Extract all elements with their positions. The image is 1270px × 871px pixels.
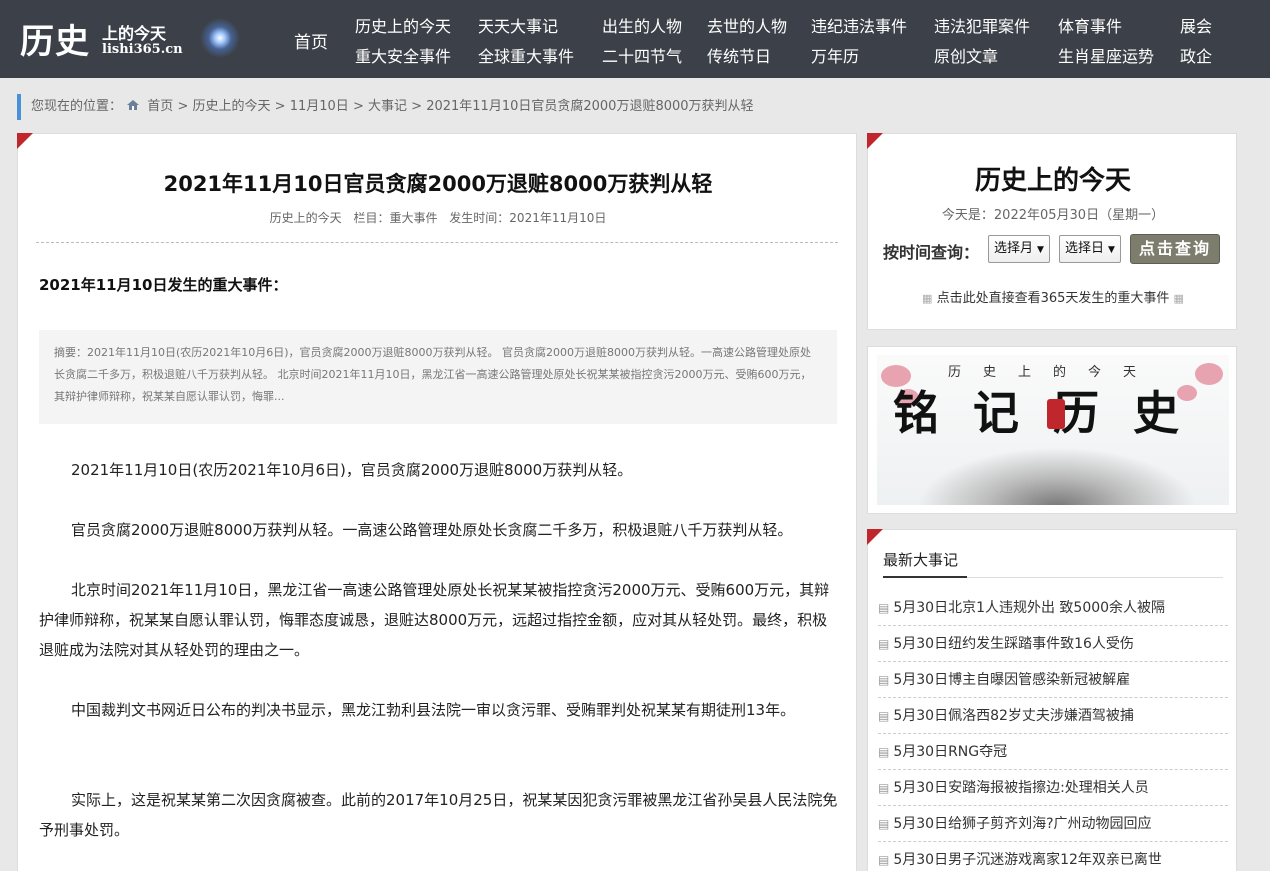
breadcrumb-item-category[interactable]: 大事记 <box>368 99 407 114</box>
article-paragraph: 中国裁判文书网近日公布的判决书显示，黑龙江勃利县法院一审以贪污罪、受贿罪判处祝某… <box>71 701 796 719</box>
nav-link-global-events[interactable]: 全球重大事件 <box>478 43 574 67</box>
chevron-down-icon: ▼ <box>1108 245 1115 255</box>
title-underline <box>883 576 967 578</box>
nav-link-festivals[interactable]: 传统节日 <box>707 43 771 67</box>
query-label: 按时间查询： <box>883 243 980 262</box>
divider <box>36 242 838 243</box>
nav-link-expo[interactable]: 展会 <box>1180 13 1212 37</box>
news-list-item[interactable]: ▤ 5月30日RNG夺冠 <box>878 734 1228 770</box>
latest-news-title: 最新大事记 <box>883 551 959 569</box>
breadcrumb-sep: > <box>352 99 364 114</box>
mountain-decoration <box>917 447 1197 505</box>
nav-link-gov[interactable]: 政企 <box>1180 43 1212 67</box>
calendar-icon: ▦ <box>1173 292 1184 305</box>
today-date: 今天是：2022年05月30日（星期一） <box>941 208 1165 223</box>
month-select-value: 选择月 <box>994 241 1034 256</box>
article-paragraph: 2021年11月10日(农历2021年10月6日)，官员贪腐2000万退赃800… <box>71 461 633 479</box>
breadcrumb-item-date[interactable]: 11月10日 <box>290 99 349 114</box>
logo-main-text: 历史 <box>20 22 90 62</box>
breadcrumb-sep: > <box>411 99 423 114</box>
nav-link-safety-events[interactable]: 重大安全事件 <box>355 43 451 67</box>
article-paragraph: 官员贪腐2000万退赃8000万获判从轻。一高速公路管理处原处长贪腐二千多万，积… <box>71 521 793 539</box>
meta-time: 发生时间：2021年11月10日 <box>449 211 607 225</box>
document-icon: ▤ <box>878 709 890 723</box>
breadcrumb-item-current: 2021年11月10日官员贪腐2000万退赃8000万获判从轻 <box>426 99 754 114</box>
logo-sub-text: 上的今天 <box>102 24 167 43</box>
nav-link-original[interactable]: 原创文章 <box>934 43 998 67</box>
breadcrumb-sep: > <box>177 99 189 114</box>
article-subhead: 2021年11月10日发生的重大事件： <box>39 276 288 294</box>
all-days-link[interactable]: ▦ 点击此处直接查看365天发生的重大事件 ▦ <box>868 287 1238 306</box>
nav-link-deaths[interactable]: 去世的人物 <box>707 13 787 37</box>
breadcrumb-prefix: 您现在的位置： <box>31 99 123 114</box>
nav-link-calendar[interactable]: 万年历 <box>811 43 859 67</box>
article-summary: 摘要：2021年11月10日(农历2021年10月6日)，官员贪腐2000万退赃… <box>39 330 837 424</box>
nav-link-crime-cases[interactable]: 违法犯罪案件 <box>934 13 1030 37</box>
chevron-down-icon: ▼ <box>1037 245 1044 255</box>
nav-link-discipline[interactable]: 违纪违法事件 <box>811 13 907 37</box>
nav-link-sports[interactable]: 体育事件 <box>1058 13 1122 37</box>
news-item-label: 5月30日男子沉迷游戏离家12年双亲已离世 <box>893 852 1162 868</box>
latest-news-card: 最新大事记 ▤ 5月30日北京1人违规外出 致5000余人被隔 ▤ 5月30日纽约发… <box>867 529 1237 871</box>
history-banner-image[interactable]: 历史上的今天 铭记历史 <box>877 355 1229 505</box>
news-item-label: 5月30日安踏海报被指擦边:处理相关人员 <box>893 780 1149 796</box>
home-icon <box>127 100 140 110</box>
nav-link-daily-events[interactable]: 天天大事记 <box>478 13 558 37</box>
sidebar-title: 历史上的今天 <box>974 166 1131 196</box>
seal-stamp <box>1047 399 1065 429</box>
article-paragraph: 实际上，这是祝某某第二次因贪腐被查。此前的2017年10月25日，祝某某因犯贪污… <box>39 791 838 839</box>
news-item-label: 5月30日纽约发生踩踏事件致16人受伤 <box>893 636 1134 652</box>
article-meta: 历史上的今天 栏目：重大事件 发生时间：2021年11月10日 <box>18 209 858 226</box>
nav-link-zodiac[interactable]: 生肖星座运势 <box>1058 43 1154 67</box>
document-icon: ▤ <box>878 853 890 867</box>
breadcrumb-item-history[interactable]: 历史上的今天 <box>193 99 271 114</box>
meta-source[interactable]: 历史上的今天 <box>270 211 342 225</box>
site-logo[interactable]: 历史 上的今天 lishi365.cn <box>14 8 244 70</box>
article-card: 2021年11月10日官员贪腐2000万退赃8000万获判从轻 历史上的今天 栏… <box>17 133 857 871</box>
article-paragraph: 北京时间2021年11月10日，黑龙江省一高速公路管理处原处长祝某某被指控贪污2… <box>39 581 830 659</box>
news-item-label: 5月30日给狮子剪齐刘海?广州动物园回应 <box>893 816 1152 832</box>
document-icon: ▤ <box>878 673 890 687</box>
nav-home-link[interactable]: 首页 <box>294 28 328 53</box>
nav-link-solar-terms[interactable]: 二十四节气 <box>602 43 682 67</box>
corner-marker <box>867 133 883 149</box>
month-select[interactable]: 选择月 ▼ <box>988 235 1050 263</box>
date-query-card: 历史上的今天 今天是：2022年05月30日（星期一） 按时间查询： 选择月 ▼ … <box>867 133 1237 330</box>
news-list-item[interactable]: ▤ 5月30日给狮子剪齐刘海?广州动物园回应 <box>878 806 1228 842</box>
breadcrumb: 您现在的位置： 首页 > 历史上的今天 > 11月10日 > 大事记 > 202… <box>17 94 1237 120</box>
article-title: 2021年11月10日官员贪腐2000万退赃8000万获判从轻 <box>163 172 713 196</box>
logo-url-text: lishi365.cn <box>102 42 183 57</box>
site-header: 历史 上的今天 lishi365.cn 首页 历史上的今天 重大安全事件 天天大… <box>0 0 1270 78</box>
query-button[interactable]: 点击查询 <box>1130 234 1220 264</box>
news-list-item[interactable]: ▤ 5月30日纽约发生踩踏事件致16人受伤 <box>878 626 1228 662</box>
news-list-item[interactable]: ▤ 5月30日佩洛西82岁丈夫涉嫌酒驾被捕 <box>878 698 1228 734</box>
all-days-link-label: 点击此处直接查看365天发生的重大事件 <box>936 291 1170 306</box>
day-select[interactable]: 选择日 ▼ <box>1059 235 1121 263</box>
news-item-label: 5月30日博主自曝因管感染新冠被解雇 <box>893 672 1131 688</box>
banner-card: 历史上的今天 铭记历史 <box>867 346 1237 514</box>
nav-link-births[interactable]: 出生的人物 <box>602 13 682 37</box>
nav-link-history-today[interactable]: 历史上的今天 <box>355 13 451 37</box>
calendar-icon: ▦ <box>922 292 933 305</box>
document-icon: ▤ <box>878 781 890 795</box>
breadcrumb-item-home[interactable]: 首页 <box>147 99 173 114</box>
day-select-value: 选择日 <box>1065 241 1105 256</box>
meta-column[interactable]: 栏目：重大事件 <box>353 211 437 225</box>
star-icon <box>200 18 240 58</box>
corner-marker <box>867 529 883 545</box>
news-item-label: 5月30日佩洛西82岁丈夫涉嫌酒驾被捕 <box>893 708 1134 724</box>
news-list-item[interactable]: ▤ 5月30日男子沉迷游戏离家12年双亲已离世 <box>878 842 1228 871</box>
document-icon: ▤ <box>878 745 890 759</box>
document-icon: ▤ <box>878 637 890 651</box>
breadcrumb-sep: > <box>274 99 286 114</box>
news-list-item[interactable]: ▤ 5月30日博主自曝因管感染新冠被解雇 <box>878 662 1228 698</box>
news-item-label: 5月30日RNG夺冠 <box>893 744 1008 760</box>
document-icon: ▤ <box>878 601 890 615</box>
news-list-item[interactable]: ▤ 5月30日安踏海报被指擦边:处理相关人员 <box>878 770 1228 806</box>
corner-marker <box>17 133 33 149</box>
news-list-item[interactable]: ▤ 5月30日北京1人违规外出 致5000余人被隔 <box>878 590 1228 626</box>
news-item-label: 5月30日北京1人违规外出 致5000余人被隔 <box>893 600 1166 616</box>
document-icon: ▤ <box>878 817 890 831</box>
